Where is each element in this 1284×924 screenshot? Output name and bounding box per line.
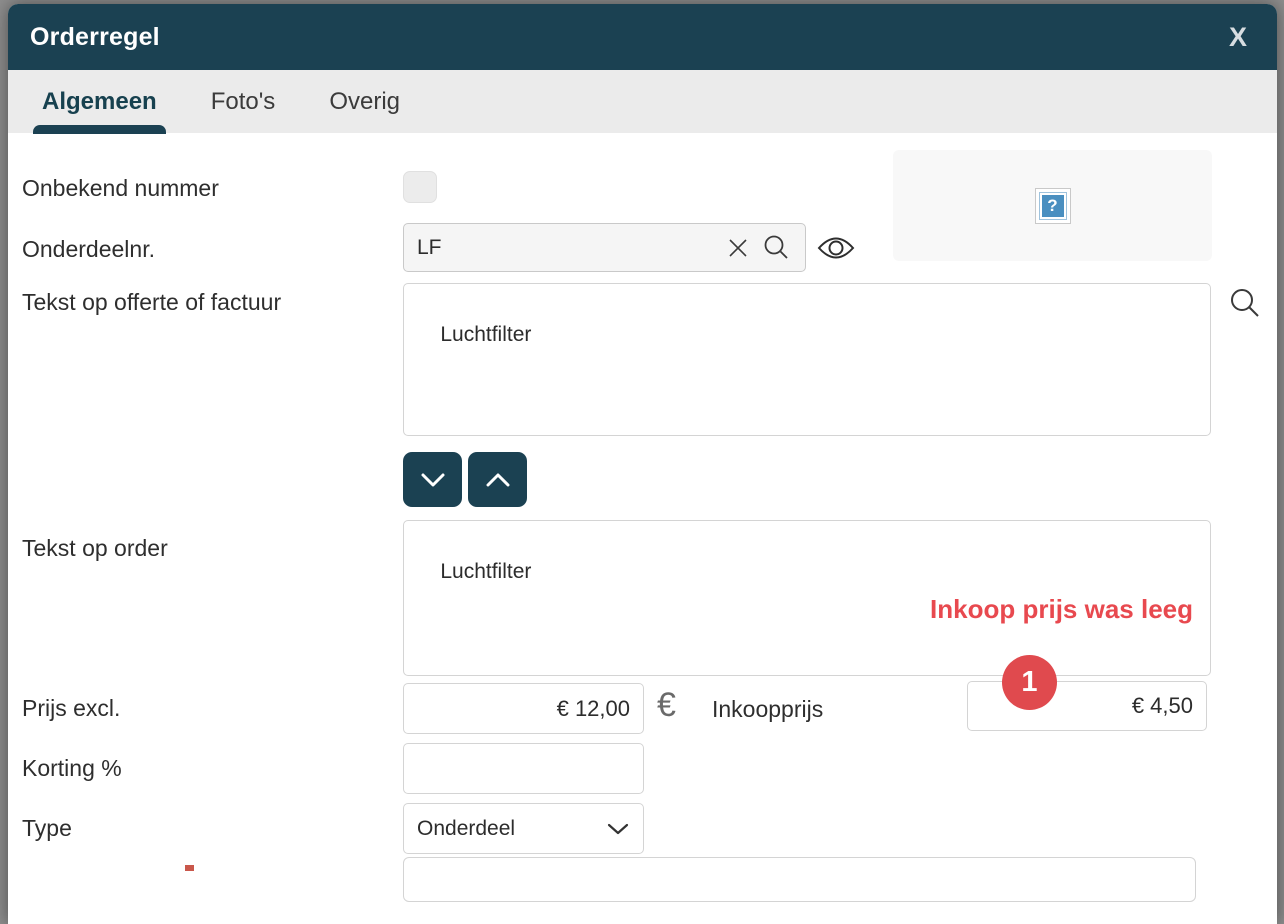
search-icon[interactable] — [757, 228, 795, 268]
tekst-offerte-textarea[interactable]: Luchtfilter — [403, 283, 1211, 436]
move-down-button[interactable] — [403, 452, 462, 507]
next-field-input-partial[interactable] — [403, 857, 1196, 902]
prijs-excl-value: € 12,00 — [557, 696, 630, 722]
active-tab-underline — [33, 125, 166, 134]
notification-badge: 1 — [1002, 655, 1057, 710]
tekst-order-label: Tekst op order — [22, 532, 168, 564]
tab-algemeen-label: Algemeen — [42, 88, 157, 116]
tab-fotos-label: Foto's — [211, 88, 276, 116]
tab-overig[interactable]: Overig — [320, 70, 409, 133]
inkoopprijs-label: Inkoopprijs — [712, 696, 823, 723]
tekst-order-value: Luchtfilter — [440, 560, 531, 583]
type-label: Type — [22, 812, 72, 844]
warning-message: Inkoop prijs was leeg — [930, 594, 1193, 625]
orderregel-dialog: Orderregel X Algemeen Foto's Overig Onbe… — [8, 4, 1277, 924]
tekst-offerte-value: Luchtfilter — [440, 323, 531, 346]
prijs-excl-input[interactable]: € 12,00 — [403, 683, 644, 734]
inkoopprijs-value: € 4,50 — [1132, 693, 1193, 719]
onderdeelnr-value: LF — [417, 236, 719, 260]
tab-algemeen[interactable]: Algemeen — [33, 70, 166, 133]
eye-icon[interactable] — [814, 232, 858, 264]
onderdeelnr-input[interactable]: LF — [403, 223, 806, 272]
chevron-up-icon — [484, 471, 512, 489]
korting-input[interactable] — [403, 743, 644, 794]
onbekend-nummer-checkbox[interactable] — [403, 171, 437, 203]
euro-symbol: € — [657, 686, 676, 725]
close-icon[interactable]: X — [1221, 22, 1255, 53]
dialog-title: Orderregel — [30, 23, 160, 52]
tekst-offerte-label: Tekst op offerte of factuur — [22, 281, 287, 323]
type-select[interactable]: Onderdeel — [403, 803, 644, 854]
broken-image-glyph: ? — [1040, 193, 1066, 219]
chevron-down-icon — [606, 822, 630, 836]
onbekend-nummer-label: Onbekend nummer — [22, 172, 219, 204]
tab-overig-label: Overig — [329, 88, 400, 116]
dialog-titlebar: Orderregel X — [8, 4, 1277, 70]
tab-fotos[interactable]: Foto's — [202, 70, 285, 133]
photo-placeholder-panel: ? — [893, 150, 1212, 261]
cutoff-red-text-fragment — [185, 865, 194, 871]
type-selected-value: Onderdeel — [417, 817, 515, 841]
korting-label: Korting % — [22, 752, 122, 784]
move-up-button[interactable] — [468, 452, 527, 507]
onderdeelnr-label: Onderdeelnr. — [22, 233, 155, 265]
broken-image-icon: ? — [1035, 188, 1071, 224]
tab-bar: Algemeen Foto's Overig — [8, 70, 1277, 133]
search-icon[interactable] — [1226, 285, 1264, 323]
clear-x-icon[interactable] — [719, 228, 757, 268]
chevron-down-icon — [419, 471, 447, 489]
prijs-excl-label: Prijs excl. — [22, 692, 120, 724]
